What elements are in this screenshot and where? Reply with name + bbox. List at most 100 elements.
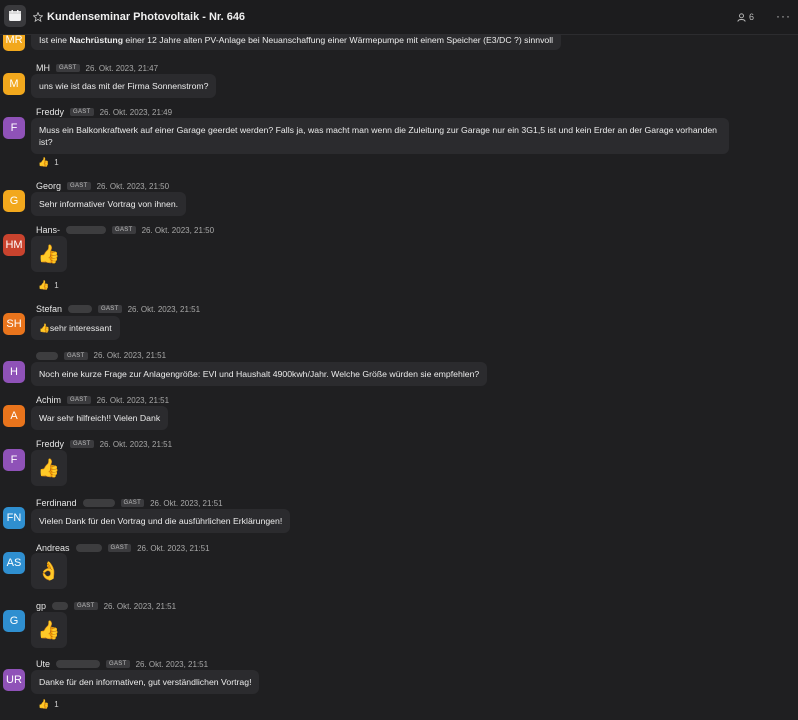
message-bubble: uns wie ist das mit der Firma Sonnenstro… [31, 74, 217, 98]
timestamp: 26. Okt. 2023, 21:51 [137, 543, 210, 553]
reaction[interactable]: 👍 1 [38, 157, 59, 168]
message-bubble: Noch eine kurze Frage zur Anlagengröße: … [31, 362, 488, 386]
member-count-button[interactable]: 6 [737, 12, 754, 22]
message-bubble: Vielen Dank für den Vortrag und die ausf… [31, 509, 291, 533]
message-meta: GAST 26. Okt. 2023, 21:51 [36, 351, 166, 360]
timestamp: 26. Okt. 2023, 21:51 [150, 498, 223, 508]
thumbs-up-icon: 👍 [38, 280, 50, 290]
guest-badge: GAST [120, 499, 145, 507]
member-count: 6 [749, 12, 755, 22]
avatar: H [3, 361, 25, 383]
message-meta: Ferdinand GAST 26. Okt. 2023, 21:51 [36, 498, 223, 508]
message-text: uns wie ist das mit der Firma Sonnenstro… [39, 81, 209, 91]
message-bubble: Danke für den informativen, gut verständ… [31, 670, 260, 694]
message-meta: Ute GAST 26. Okt. 2023, 21:51 [36, 659, 208, 669]
redacted-name [68, 305, 93, 313]
guest-badge: GAST [70, 440, 94, 448]
avatar: F [3, 449, 25, 471]
reaction-count: 1 [54, 700, 59, 709]
calendar-button[interactable] [4, 5, 26, 27]
message-text: 👍sehr interessant [39, 323, 112, 333]
message-bubble: 👍sehr interessant [31, 316, 120, 340]
reaction[interactable]: 👍 1 [38, 699, 59, 710]
timestamp: 26. Okt. 2023, 21:50 [141, 225, 215, 235]
author-name: Freddy [36, 107, 65, 117]
message-bubble: War sehr hilfreich!! Vielen Dank [31, 406, 169, 430]
guest-badge: GAST [98, 305, 122, 313]
message-text: Sehr informativer Vortrag von ihnen. [39, 199, 179, 209]
calendar-icon [9, 10, 21, 21]
reaction-count: 1 [54, 158, 59, 167]
redacted-name [52, 602, 69, 610]
guest-badge: GAST [106, 660, 130, 668]
star-icon[interactable] [33, 12, 43, 22]
timestamp: 26. Okt. 2023, 21:51 [127, 304, 201, 314]
avatar: F [3, 117, 25, 139]
avatar: AS [3, 552, 25, 574]
author-name: Ferdinand [36, 498, 77, 508]
message-meta: Achim GAST 26. Okt. 2023, 21:51 [36, 395, 169, 405]
avatar: M [3, 73, 25, 95]
message-meta: MH GAST 26. Okt. 2023, 21:47 [36, 63, 158, 73]
message-bold-text: Nachrüstung [69, 35, 124, 45]
page-title: Kundenseminar Photovoltaik - Nr. 646 [47, 11, 246, 23]
reaction[interactable]: 👍 1 [38, 280, 59, 291]
guest-badge: GAST [112, 226, 136, 234]
guest-badge: GAST [74, 602, 98, 610]
message-meta: Andreas GAST 26. Okt. 2023, 21:51 [36, 543, 210, 553]
thumbs-up-icon: 👍 [38, 157, 50, 167]
message-meta: Georg GAST 26. Okt. 2023, 21:50 [36, 181, 169, 191]
redacted-name [75, 544, 102, 552]
timestamp: 26. Okt. 2023, 21:47 [85, 63, 159, 73]
message-bubble: Sehr informativer Vortrag von ihnen. [31, 192, 187, 216]
avatar: HM [3, 234, 25, 256]
author-name: Freddy [36, 439, 65, 449]
message-meta: Stefan GAST 26. Okt. 2023, 21:51 [36, 304, 200, 314]
redacted-name [36, 351, 58, 360]
guest-badge: GAST [70, 108, 94, 116]
avatar: FN [3, 507, 25, 529]
timestamp: 26. Okt. 2023, 21:51 [99, 439, 173, 449]
author-name: Georg [36, 181, 62, 191]
timestamp: 26. Okt. 2023, 21:51 [135, 659, 209, 669]
chat-header: Kundenseminar Photovoltaik - Nr. 646 6 ·… [0, 0, 798, 35]
message-text: Danke für den informativen, gut verständ… [39, 677, 252, 687]
timestamp: 26. Okt. 2023, 21:51 [96, 395, 170, 405]
message-bubble: Muss ein Balkonkraftwerk auf einer Garag… [31, 118, 729, 154]
guest-badge: GAST [67, 182, 91, 190]
thumbs-up-icon: 👍 [31, 236, 67, 272]
message-text: Vielen Dank für den Vortrag und die ausf… [39, 516, 283, 526]
message-text: Ist eine [39, 35, 70, 45]
timestamp: 26. Okt. 2023, 21:50 [96, 181, 170, 191]
more-icon[interactable]: ··· [776, 9, 791, 23]
author-name: Andreas [36, 543, 70, 553]
timestamp: 26. Okt. 2023, 21:51 [103, 601, 177, 611]
author-name: MH [36, 63, 50, 73]
author-name: Stefan [36, 304, 63, 314]
avatar: G [3, 610, 25, 632]
message-meta: Freddy GAST 26. Okt. 2023, 21:51 [36, 439, 172, 449]
redacted-name [66, 226, 107, 234]
thumbs-up-icon: 👍 [31, 612, 67, 648]
avatar: G [3, 190, 25, 212]
message-text: Muss ein Balkonkraftwerk auf einer Garag… [39, 125, 717, 147]
redacted-name [56, 660, 101, 668]
thumbs-up-icon: 👍 [31, 450, 67, 486]
author-name: Achim [36, 395, 62, 405]
message-meta: gp GAST 26. Okt. 2023, 21:51 [36, 601, 176, 611]
avatar: SH [3, 313, 25, 335]
author-name: Ute [36, 659, 51, 669]
message-text: War sehr hilfreich!! Vielen Dank [39, 413, 161, 423]
ok-hand-icon: 👌 [31, 553, 67, 589]
thumbs-up-icon: 👍 [38, 699, 50, 709]
message-text: einer 12 Jahre alten PV-Anlage bei Neuan… [123, 35, 554, 45]
guest-badge: GAST [64, 351, 88, 360]
author-name: Hans- [36, 225, 61, 235]
avatar: A [3, 405, 25, 427]
guest-badge: GAST [56, 64, 80, 72]
message-meta: Hans- GAST 26. Okt. 2023, 21:50 [36, 225, 214, 235]
redacted-name [82, 499, 115, 507]
person-icon [737, 12, 746, 22]
timestamp: 26. Okt. 2023, 21:51 [93, 351, 167, 360]
author-name: gp [36, 601, 47, 611]
